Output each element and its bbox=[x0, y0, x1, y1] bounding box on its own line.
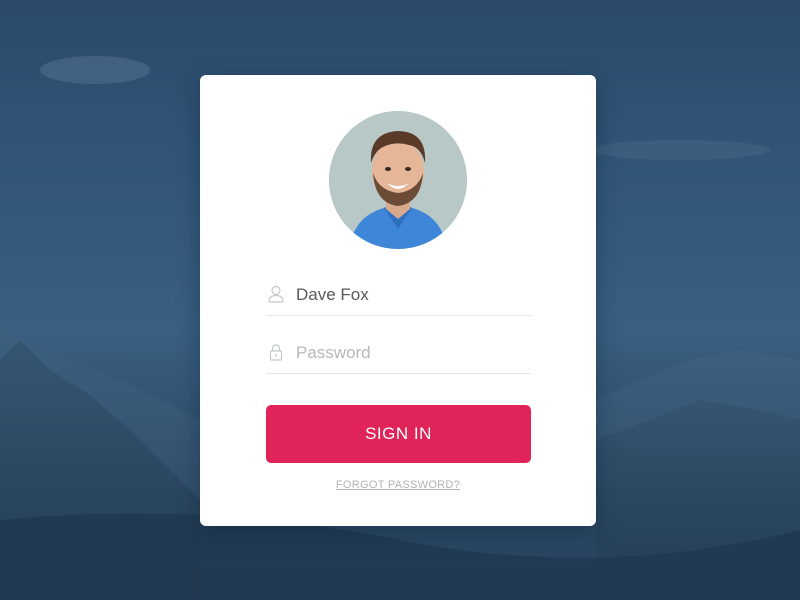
username-input[interactable] bbox=[296, 281, 526, 309]
login-card: SIGN IN FORGOT PASSWORD? bbox=[200, 75, 596, 526]
sign-in-button[interactable]: SIGN IN bbox=[266, 405, 531, 463]
user-icon bbox=[268, 285, 284, 303]
username-field bbox=[266, 275, 531, 316]
user-avatar bbox=[329, 111, 467, 249]
lock-icon bbox=[269, 344, 283, 361]
password-input[interactable] bbox=[296, 339, 526, 367]
avatar-photo-icon bbox=[329, 111, 467, 249]
password-field bbox=[266, 333, 531, 374]
forgot-password-link[interactable]: FORGOT PASSWORD? bbox=[200, 479, 596, 491]
